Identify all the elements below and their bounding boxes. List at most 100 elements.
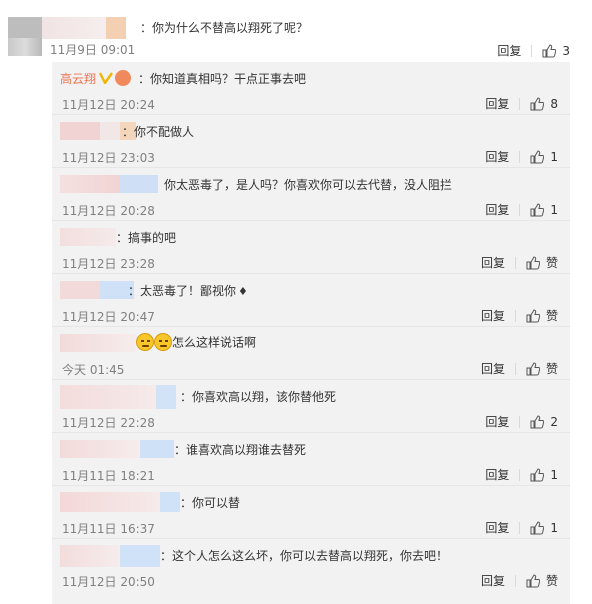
reply-author-blurred[interactable]	[60, 281, 134, 299]
badge-icon	[115, 70, 132, 86]
reply-actions: 回复 1	[485, 519, 558, 536]
reply-time: 11月11日 16:37	[62, 522, 155, 536]
reply-actions: 回复 8	[485, 95, 558, 112]
blurred-username	[42, 17, 106, 39]
reply-author-blurred[interactable]	[60, 228, 116, 246]
thumbs-up-icon[interactable]	[530, 149, 545, 164]
like-label[interactable]: 赞	[546, 307, 558, 324]
like-label[interactable]: 赞	[546, 572, 558, 589]
reply-actions: 回复 1	[485, 148, 558, 165]
reply-author-blurred[interactable]	[60, 440, 174, 458]
reply-button[interactable]: 回复	[497, 42, 521, 59]
reply-author[interactable]: 高云翔	[60, 69, 132, 87]
reply-time: 11月12日 20:28	[62, 204, 155, 218]
blurred-username	[60, 385, 156, 409]
blurred-username	[156, 385, 176, 409]
blurred-username	[60, 440, 140, 458]
reply-author-blurred[interactable]	[60, 492, 180, 512]
main-comment: ：你为什么不替高以翔死了呢？ 11月9日 09:01 回复 3	[0, 0, 592, 62]
divider	[519, 415, 521, 428]
reply-button[interactable]: 回复	[481, 572, 505, 589]
reply-text: ：你喜欢高以翔，该你替他死	[180, 390, 337, 404]
reply-actions: 回复 2	[485, 413, 558, 430]
list-item: ：这个人怎么这么坏，你可以去替高以翔死，你去吧！ 11月12日 20:50 回复…	[52, 539, 570, 604]
reply-list: 高云翔 ：你知道真相吗？干点正事去吧 11月12日 20:24 回复 8 ：你不…	[52, 62, 570, 604]
reply-author-blurred[interactable]	[60, 334, 136, 352]
divider	[514, 256, 516, 269]
divider	[514, 574, 516, 587]
thumbs-up-icon[interactable]	[530, 96, 545, 111]
reply-text: ：你知道真相吗？干点正事去吧	[138, 72, 307, 86]
like-count[interactable]: 1	[550, 521, 558, 535]
like-count[interactable]: 1	[550, 468, 558, 482]
reply-text: ：这个人怎么这么坏，你可以去替高以翔死，你去吧！	[160, 549, 449, 563]
reply-author-blurred[interactable]	[60, 545, 160, 567]
like-label[interactable]: 赞	[546, 254, 558, 271]
divider	[531, 44, 533, 57]
list-item: 高云翔 ：你知道真相吗？干点正事去吧 11月12日 20:24 回复 8	[52, 62, 570, 115]
reply-button[interactable]: 回复	[481, 307, 505, 324]
like-count[interactable]: 1	[550, 150, 558, 164]
thumbs-up-icon[interactable]	[530, 520, 545, 535]
like-label[interactable]: 赞	[546, 360, 558, 377]
reply-actions: 回复 1	[485, 466, 558, 483]
reply-button[interactable]: 回复	[485, 413, 509, 430]
main-comment-time: 11月9日 09:01	[50, 43, 136, 57]
main-comment-actions: 回复 3	[497, 42, 570, 59]
blurred-username	[60, 334, 136, 352]
thumbs-up-icon[interactable]	[526, 255, 540, 270]
reply-text: ：搞事的吧	[116, 231, 177, 245]
main-commenter-name-blurred[interactable]	[8, 17, 126, 39]
thumbs-up-icon[interactable]	[526, 308, 540, 323]
divider	[519, 150, 521, 163]
reply-time: 11月12日 22:28	[62, 416, 155, 430]
reply-time: 11月12日 23:03	[62, 151, 155, 165]
reply-button[interactable]: 回复	[485, 201, 509, 218]
blurred-username	[140, 440, 174, 458]
like-count[interactable]: 8	[550, 97, 558, 111]
reply-button[interactable]: 回复	[481, 254, 505, 271]
blurred-username	[60, 175, 120, 193]
reply-text: ：你不配做人	[122, 125, 195, 139]
blurred-username	[106, 17, 126, 39]
blurred-username	[120, 545, 160, 567]
reply-actions: 回复 赞	[481, 307, 558, 324]
like-count[interactable]: 1	[550, 203, 558, 217]
thumbs-up-icon[interactable]	[526, 573, 540, 588]
reply-text: ：你可以替	[180, 496, 241, 510]
like-count[interactable]: 2	[550, 415, 558, 429]
list-item: ：你喜欢高以翔，该你替他死 11月12日 22:28 回复 2	[52, 380, 570, 433]
blurred-username	[60, 545, 120, 567]
divider	[514, 362, 516, 375]
thumbs-up-icon[interactable]	[542, 43, 557, 58]
thumbs-up-icon[interactable]	[530, 414, 545, 429]
thumbs-up-icon[interactable]	[530, 467, 545, 482]
blurred-username	[120, 175, 158, 193]
reply-time: 今天 01:45	[62, 363, 125, 377]
list-item: ：你可以替 11月11日 16:37 回复 1	[52, 486, 570, 539]
author-name[interactable]: 高云翔	[60, 70, 96, 87]
pointing-hand-icon: ♦	[238, 285, 248, 298]
list-item: ：谁喜欢高以翔谁去替死 11月11日 18:21 回复 1	[52, 433, 570, 486]
like-count[interactable]: 3	[562, 44, 570, 58]
smiling-face-icon	[136, 333, 154, 351]
reply-button[interactable]: 回复	[481, 360, 505, 377]
reply-text: ：太恶毒了！鄙视你 ♦	[128, 282, 248, 299]
blurred-username	[60, 281, 100, 299]
reply-text: 怎么这样说话啊	[136, 333, 256, 351]
reply-button[interactable]: 回复	[485, 466, 509, 483]
reply-actions: 回复 赞	[481, 360, 558, 377]
reply-button[interactable]: 回复	[485, 95, 509, 112]
reply-author-blurred[interactable]	[60, 385, 176, 409]
divider	[519, 97, 521, 110]
reply-actions: 回复 赞	[481, 254, 558, 271]
reply-author-blurred[interactable]	[60, 175, 158, 193]
reply-time: 11月12日 20:50	[62, 575, 155, 589]
thumbs-up-icon[interactable]	[530, 202, 545, 217]
reply-actions: 回复 1	[485, 201, 558, 218]
divider	[519, 468, 521, 481]
thumbs-up-icon[interactable]	[526, 361, 540, 376]
reply-button[interactable]: 回复	[485, 148, 509, 165]
reply-button[interactable]: 回复	[485, 519, 509, 536]
blurred-username	[60, 492, 160, 512]
